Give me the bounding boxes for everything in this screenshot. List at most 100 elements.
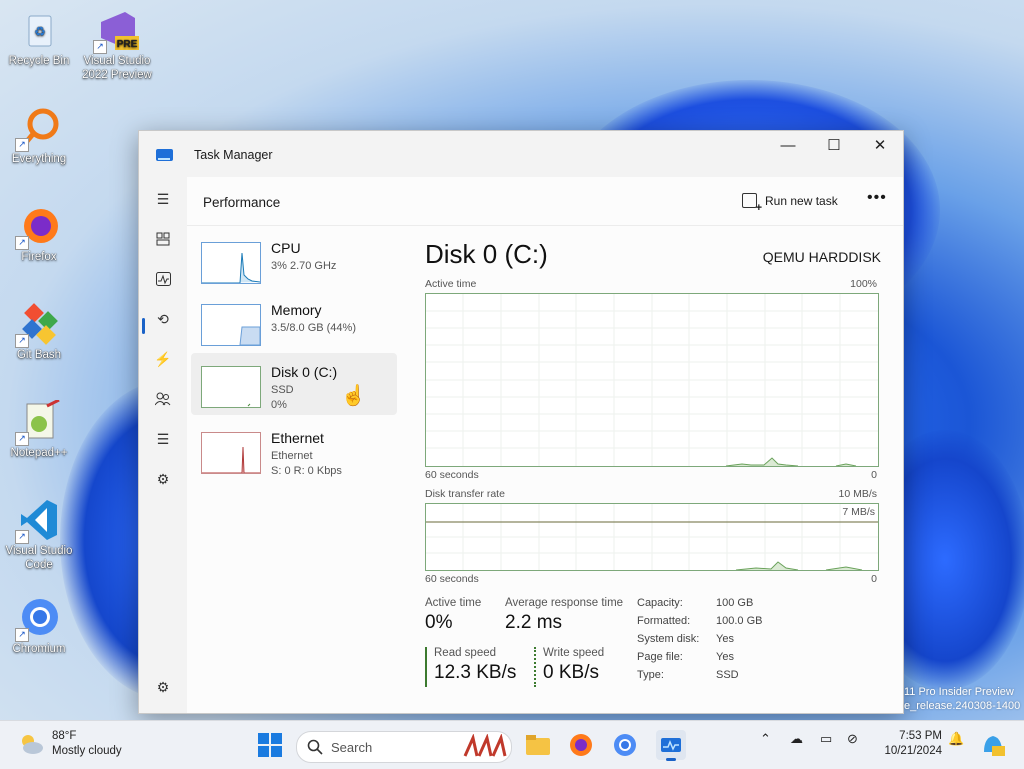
volume-muted-icon[interactable]: ⊘ bbox=[847, 731, 858, 747]
active-time-stat: Active time 0% bbox=[425, 597, 481, 634]
memory-thumbnail-graph bbox=[201, 304, 261, 346]
stat-label: Average response time bbox=[505, 597, 624, 609]
resource-name: CPU bbox=[271, 240, 301, 256]
graph-max-label: 100% bbox=[850, 278, 877, 290]
resource-detail: SSD 0% bbox=[271, 383, 294, 413]
file-explorer-taskbar-button[interactable] bbox=[525, 732, 551, 758]
property-key: Capacity: bbox=[637, 597, 683, 609]
copilot-button[interactable] bbox=[980, 732, 1006, 758]
visual-studio-icon: PRE ↗ bbox=[93, 8, 139, 54]
firefox-taskbar-button[interactable] bbox=[568, 732, 594, 758]
desktop-icon-visual-studio[interactable]: PRE ↗ Visual Studio 2022 Preview bbox=[79, 8, 155, 82]
hamburger-menu-icon[interactable]: ☰ bbox=[147, 185, 179, 213]
shortcut-arrow-icon: ↗ bbox=[15, 334, 29, 348]
more-options-button[interactable]: ••• bbox=[867, 189, 887, 207]
write-speed-stat: Write speed 0 KB/s bbox=[534, 647, 604, 687]
graph-label: Active time bbox=[425, 278, 477, 290]
network-throughput: S: 0 R: 0 Kbps bbox=[271, 465, 342, 477]
property-value: Yes bbox=[716, 633, 734, 645]
firefox-icon bbox=[570, 734, 592, 756]
shortcut-arrow-icon: ↗ bbox=[15, 138, 29, 152]
desktop-icon-vscode[interactable]: ↗ Visual Studio Code bbox=[1, 498, 77, 572]
desktop-icon-label: Git Bash bbox=[16, 349, 62, 361]
graph-min-label: 0 bbox=[871, 469, 877, 481]
users-icon[interactable] bbox=[147, 385, 179, 413]
taskbar-search[interactable]: Search bbox=[296, 731, 512, 763]
resource-item-cpu[interactable]: CPU 3% 2.70 GHz bbox=[191, 229, 397, 291]
svg-text:♻: ♻ bbox=[34, 24, 46, 39]
desktop-icon-git-bash[interactable]: ↗ Git Bash bbox=[1, 302, 77, 362]
graph-x-label: 60 seconds bbox=[425, 469, 479, 481]
graph-label: Disk transfer rate bbox=[425, 488, 505, 500]
show-hidden-icons-button[interactable]: ⌃ bbox=[760, 731, 771, 747]
svg-text:PRE: PRE bbox=[117, 39, 138, 50]
run-new-task-label: Run new task bbox=[765, 193, 838, 208]
maximize-button[interactable]: ☐ bbox=[811, 131, 857, 163]
resource-item-disk[interactable]: Disk 0 (C:) SSD 0% ☝ bbox=[191, 353, 397, 415]
property-value: 100.0 GB bbox=[716, 615, 763, 627]
clock-date: 10/21/2024 bbox=[884, 745, 942, 757]
notification-bell-icon[interactable]: 🔔 bbox=[948, 731, 964, 747]
run-task-icon bbox=[742, 193, 762, 214]
resource-detail: Ethernet S: 0 R: 0 Kbps bbox=[271, 449, 342, 479]
property-key: Type: bbox=[637, 669, 664, 681]
network-icon[interactable]: ☁ bbox=[790, 731, 803, 747]
weather-widget[interactable]: 88°F Mostly cloudy bbox=[18, 729, 122, 759]
chromium-taskbar-button[interactable] bbox=[612, 732, 638, 758]
shortcut-arrow-icon: ↗ bbox=[15, 628, 29, 642]
desktop-icon-chromium[interactable]: ↗ Chromium bbox=[1, 596, 77, 656]
disk-model: QEMU HARDDISK bbox=[762, 249, 881, 265]
property-value: Yes bbox=[716, 651, 734, 663]
processes-icon[interactable] bbox=[147, 225, 179, 253]
resource-name: Disk 0 (C:) bbox=[271, 364, 338, 380]
desktop-icon-everything[interactable]: ↗ Everything bbox=[1, 106, 77, 166]
property-key: System disk: bbox=[637, 633, 700, 645]
stat-value: 2.2 ms bbox=[505, 612, 563, 633]
watermark-line: 11 Pro Insider Preview bbox=[904, 686, 1014, 698]
task-manager-icon bbox=[661, 738, 681, 752]
resource-item-memory[interactable]: Memory 3.5/8.0 GB (44%) bbox=[191, 291, 397, 353]
page-title: Performance bbox=[203, 195, 281, 210]
chromium-icon bbox=[614, 734, 636, 756]
shortcut-arrow-icon: ↗ bbox=[15, 530, 29, 544]
desktop-icon-label: Firefox bbox=[21, 251, 57, 263]
stat-value: 12.3 KB/s bbox=[434, 662, 517, 683]
search-placeholder: Search bbox=[331, 740, 373, 755]
graph-x-label: 60 seconds bbox=[425, 573, 479, 585]
adapter-name: Ethernet bbox=[271, 450, 313, 462]
title-bar[interactable]: Task Manager — ☐ ✕ bbox=[139, 131, 903, 177]
page-header: Performance Run new task ••• bbox=[187, 177, 903, 226]
app-history-icon[interactable]: ⟲ bbox=[147, 305, 179, 333]
stat-label: Active time bbox=[425, 597, 482, 609]
close-button[interactable]: ✕ bbox=[857, 131, 903, 163]
desktop-icon-recycle-bin[interactable]: ♻ Recycle Bin bbox=[1, 8, 77, 68]
active-nav-indicator bbox=[142, 318, 145, 334]
performance-icon[interactable] bbox=[147, 265, 179, 293]
desktop-icon-label: Visual Studio 2022 Preview bbox=[82, 55, 152, 81]
disk-usage: 0% bbox=[271, 399, 287, 411]
disk-type: SSD bbox=[271, 384, 294, 396]
cloudy-weather-icon bbox=[22, 735, 43, 754]
start-button[interactable] bbox=[257, 732, 283, 758]
stat-label: Write speed bbox=[543, 647, 605, 659]
startup-apps-icon[interactable]: ⚡ bbox=[147, 345, 179, 373]
property-value: 100 GB bbox=[716, 597, 754, 609]
desktop-icon-firefox[interactable]: ↗ Firefox bbox=[1, 204, 77, 264]
run-new-task-button[interactable]: Run new task bbox=[742, 193, 838, 214]
services-icon[interactable]: ⚙ bbox=[147, 465, 179, 493]
settings-icon[interactable]: ⚙ bbox=[147, 673, 179, 701]
shortcut-arrow-icon: ↗ bbox=[15, 432, 29, 446]
weather-text: 88°F Mostly cloudy bbox=[52, 729, 122, 759]
chromium-icon: ↗ bbox=[15, 596, 61, 642]
desktop-icon-notepad-plus-plus[interactable]: ↗ Notepad++ bbox=[1, 398, 77, 460]
shortcut-arrow-icon: ↗ bbox=[15, 236, 29, 250]
windows-logo-icon bbox=[258, 733, 282, 757]
minimize-button[interactable]: — bbox=[765, 131, 811, 163]
avg-response-stat: Average response time 2.2 ms bbox=[505, 597, 623, 634]
active-time-graph bbox=[425, 293, 879, 467]
display-icon[interactable]: ▭ bbox=[820, 731, 832, 747]
resource-item-ethernet[interactable]: Ethernet Ethernet S: 0 R: 0 Kbps bbox=[191, 419, 397, 481]
details-icon[interactable]: ☰ bbox=[147, 425, 179, 453]
system-clock[interactable]: 7:53 PM 10/21/2024 bbox=[874, 729, 942, 759]
task-manager-taskbar-button[interactable] bbox=[656, 730, 686, 761]
